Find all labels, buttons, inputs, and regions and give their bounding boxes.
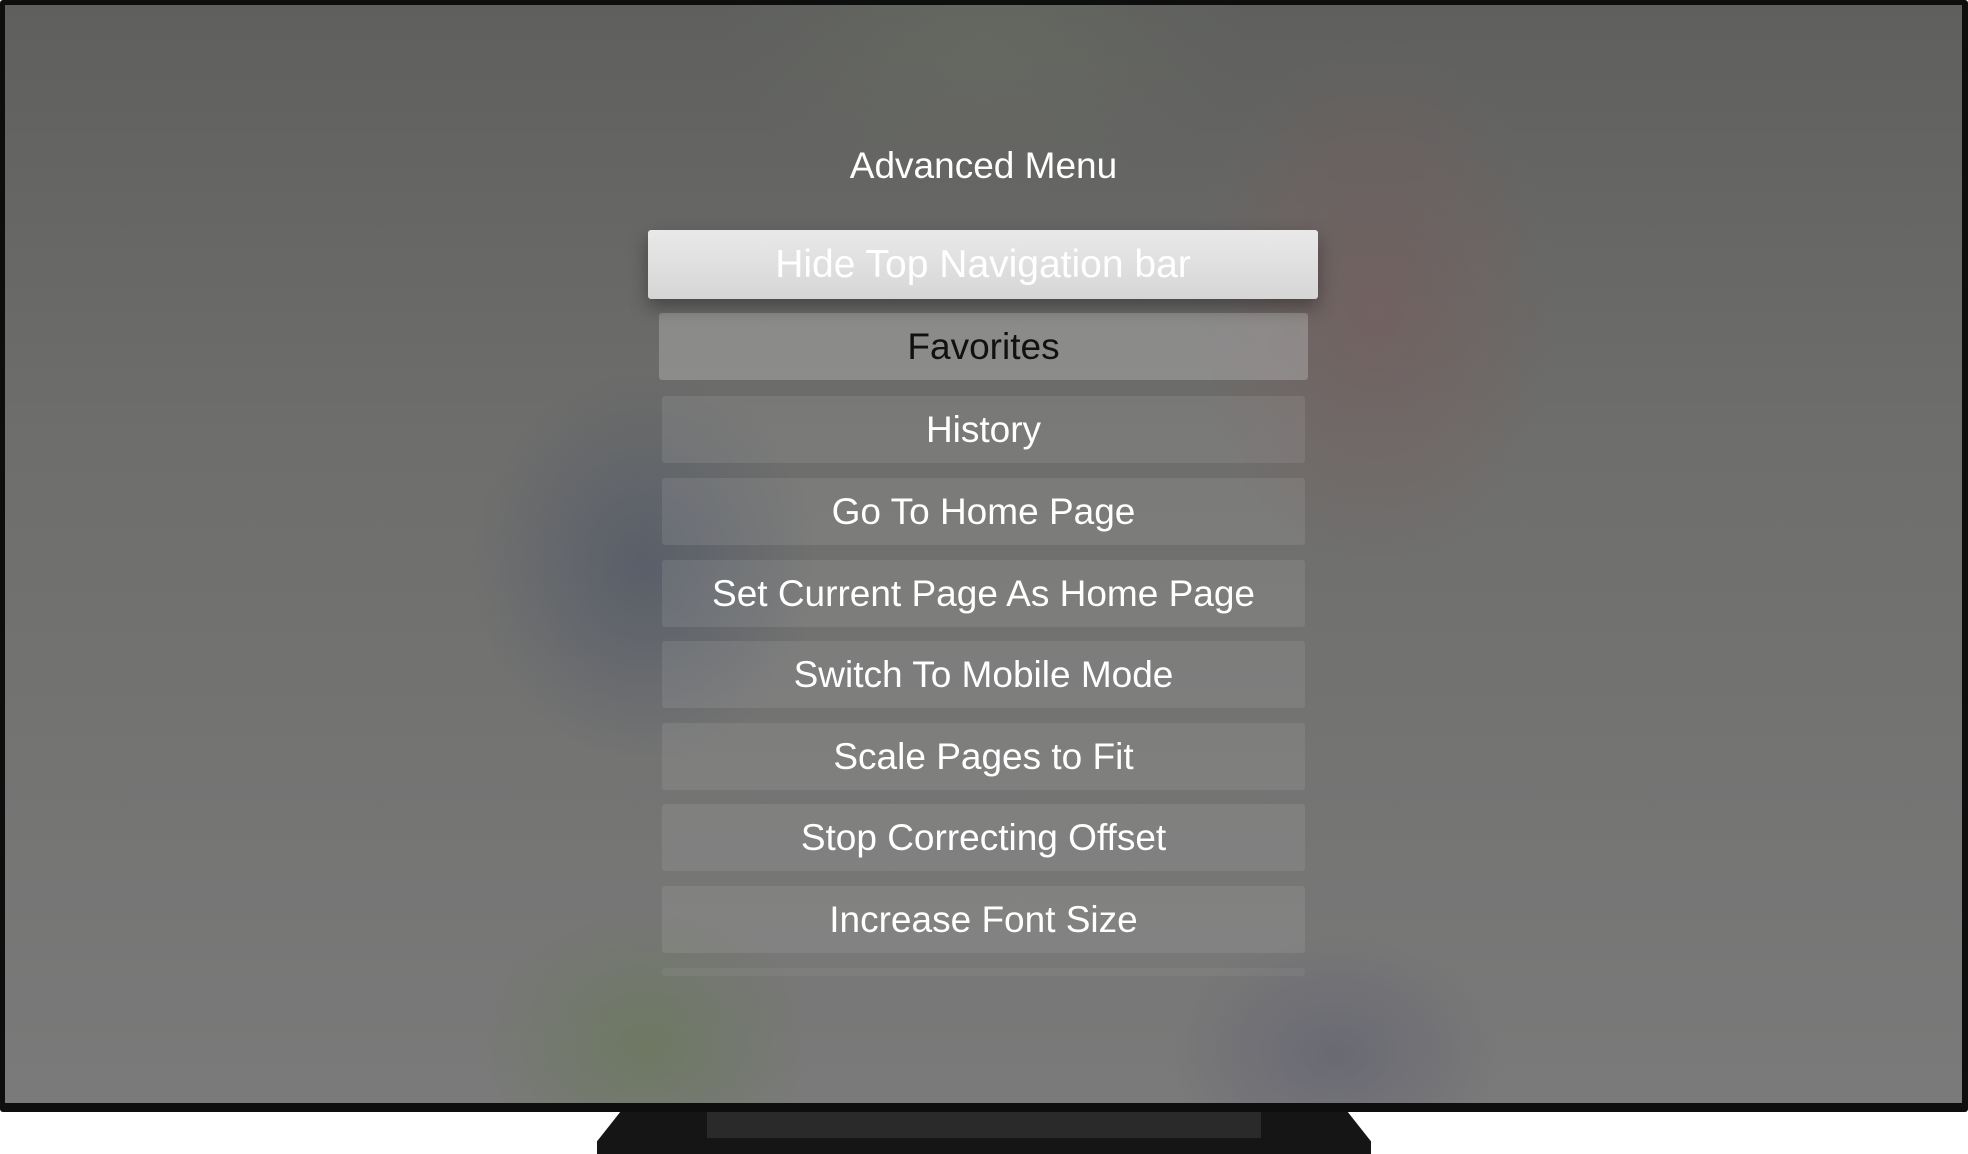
menu-item-go-to-home-page[interactable]: Go To Home Page bbox=[662, 478, 1305, 545]
menu-item-hide-top-navigation-bar[interactable]: Hide Top Navigation bar bbox=[648, 230, 1318, 299]
menu-item-increase-font-size[interactable]: Increase Font Size bbox=[662, 886, 1305, 953]
tv-screen: Advanced Menu Hide Top Navigation bar Fa… bbox=[5, 5, 1962, 1103]
menu-item-favorites[interactable]: Favorites bbox=[659, 313, 1308, 380]
menu-item-scale-pages-to-fit[interactable]: Scale Pages to Fit bbox=[662, 723, 1305, 790]
menu-item-partially-hidden bbox=[662, 968, 1305, 976]
menu-item-set-current-page-as-home-page[interactable]: Set Current Page As Home Page bbox=[662, 560, 1305, 627]
menu-item-switch-to-mobile-mode[interactable]: Switch To Mobile Mode bbox=[662, 641, 1305, 708]
menu-item-stop-correcting-offset[interactable]: Stop Correcting Offset bbox=[662, 804, 1305, 871]
tv-stand-top bbox=[707, 1112, 1261, 1138]
menu-title: Advanced Menu bbox=[849, 145, 1118, 186]
tv-frame: Advanced Menu Hide Top Navigation bar Fa… bbox=[0, 0, 1968, 1112]
tv-stand bbox=[597, 1112, 1371, 1154]
menu-item-history[interactable]: History bbox=[662, 396, 1305, 463]
